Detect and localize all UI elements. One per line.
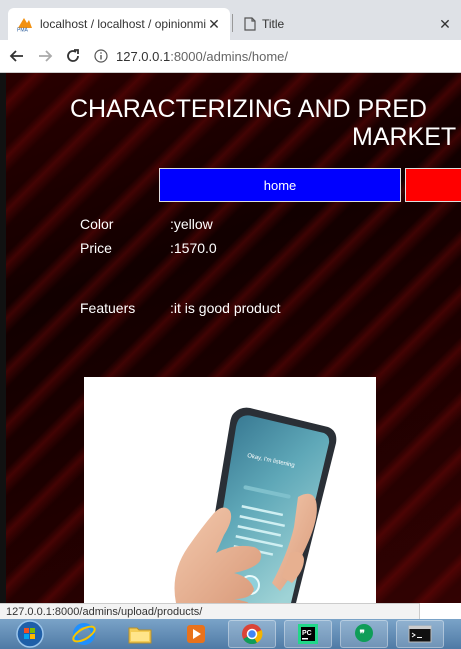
start-orb-icon[interactable]: [8, 620, 52, 648]
status-bar-filler: [420, 603, 461, 619]
page-content: CHARACTERIZING AND PRED MARKET home Colo…: [0, 73, 461, 603]
hangouts-icon[interactable]: ❞: [340, 620, 388, 648]
product-image[interactable]: Okay, I'm listening: [84, 377, 376, 603]
svg-text:PC: PC: [302, 630, 312, 637]
address-bar[interactable]: 127.0.0.1:8000/admins/home/: [94, 49, 288, 64]
detail-label-color: Color: [80, 216, 114, 232]
tab-title-page[interactable]: Title ✕: [236, 8, 461, 40]
svg-text:❞: ❞: [360, 629, 365, 640]
document-icon: [244, 17, 256, 31]
pycharm-icon[interactable]: PC: [284, 620, 332, 648]
heading-line-1: CHARACTERIZING AND PRED: [70, 95, 427, 123]
tab-title: Title: [262, 17, 285, 31]
browser-toolbar: 127.0.0.1:8000/admins/home/: [0, 40, 461, 73]
reload-icon[interactable]: [62, 45, 84, 67]
close-icon[interactable]: ✕: [437, 16, 453, 33]
tab-title: localhost / localhost / opinionmi: [40, 17, 206, 31]
detail-value-price: :1570.0: [170, 240, 217, 256]
chrome-icon[interactable]: [228, 620, 276, 648]
forward-arrow-icon[interactable]: [34, 45, 56, 67]
detail-label-price: Price: [80, 240, 112, 256]
heading-line-2: MARKET: [352, 123, 457, 151]
back-arrow-icon[interactable]: [6, 45, 28, 67]
svg-text:PMA: PMA: [17, 28, 29, 33]
smartphone-in-hand-image: Okay, I'm listening: [174, 407, 337, 603]
detail-label-features: Featuers: [80, 300, 136, 316]
file-explorer-icon[interactable]: [116, 620, 164, 648]
command-prompt-icon[interactable]: [396, 620, 444, 648]
close-icon[interactable]: ✕: [206, 16, 222, 33]
nav-link-secondary[interactable]: [405, 168, 461, 202]
browser-tab-strip: PMA localhost / localhost / opinionmi ✕ …: [0, 0, 461, 40]
windows-taskbar: PC ❞: [0, 619, 461, 649]
internet-explorer-icon[interactable]: [60, 620, 108, 648]
tab-divider: [232, 14, 233, 32]
info-icon[interactable]: [94, 49, 108, 63]
phpmyadmin-icon: PMA: [16, 16, 34, 34]
tab-phpmyadmin[interactable]: PMA localhost / localhost / opinionmi ✕: [8, 8, 230, 40]
status-bar: 127.0.0.1:8000/admins/upload/products/: [0, 603, 420, 619]
url-path: :8000/admins/home/: [170, 48, 289, 64]
detail-value-features: :it is good product: [170, 300, 281, 316]
left-edge: [0, 73, 6, 603]
media-player-icon[interactable]: [172, 620, 220, 648]
nav-home-link[interactable]: home: [159, 168, 401, 202]
url-host: 127.0.0.1: [116, 48, 171, 64]
detail-value-color: :yellow: [170, 216, 213, 232]
